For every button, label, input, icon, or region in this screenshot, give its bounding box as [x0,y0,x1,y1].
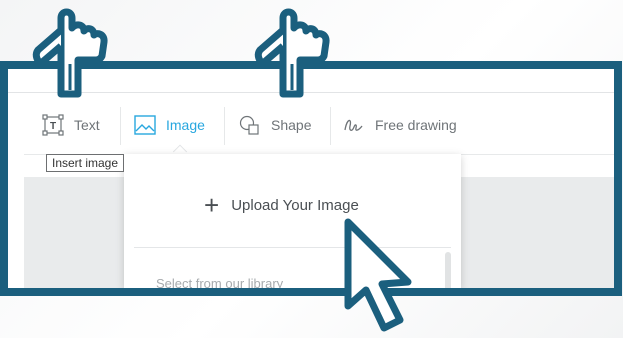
library-link[interactable]: Select from our library [156,276,283,288]
insert-image-tooltip: Insert image [46,154,125,172]
free-drawing-tool-button[interactable]: Free drawing [343,111,457,139]
upload-image-label: Upload Your Image [231,196,359,214]
hand-pointer-icon [32,8,108,98]
arrow-cursor-icon [344,218,412,332]
upload-image-button[interactable]: + Upload Your Image [204,192,359,218]
toolbar-separator [224,107,225,145]
shape-icon [239,115,261,135]
free-drawing-icon [343,115,365,135]
toolbar-separator [330,107,331,145]
dropdown-scrollbar[interactable] [445,252,451,288]
svg-text:T: T [50,121,56,132]
hand-pointer-icon [254,8,330,98]
toolbar-separator [120,107,121,145]
plus-icon: + [204,190,220,220]
image-icon [134,115,156,135]
text-tool-label: Text [74,117,100,133]
text-tool-button[interactable]: T Text [42,111,100,139]
free-drawing-tool-label: Free drawing [375,117,457,133]
text-box-icon: T [42,114,64,136]
shape-tool-label: Shape [271,117,312,133]
image-tool-label: Image [166,117,205,133]
image-tool-button[interactable]: Image [134,111,205,139]
shape-tool-button[interactable]: Shape [239,111,311,139]
